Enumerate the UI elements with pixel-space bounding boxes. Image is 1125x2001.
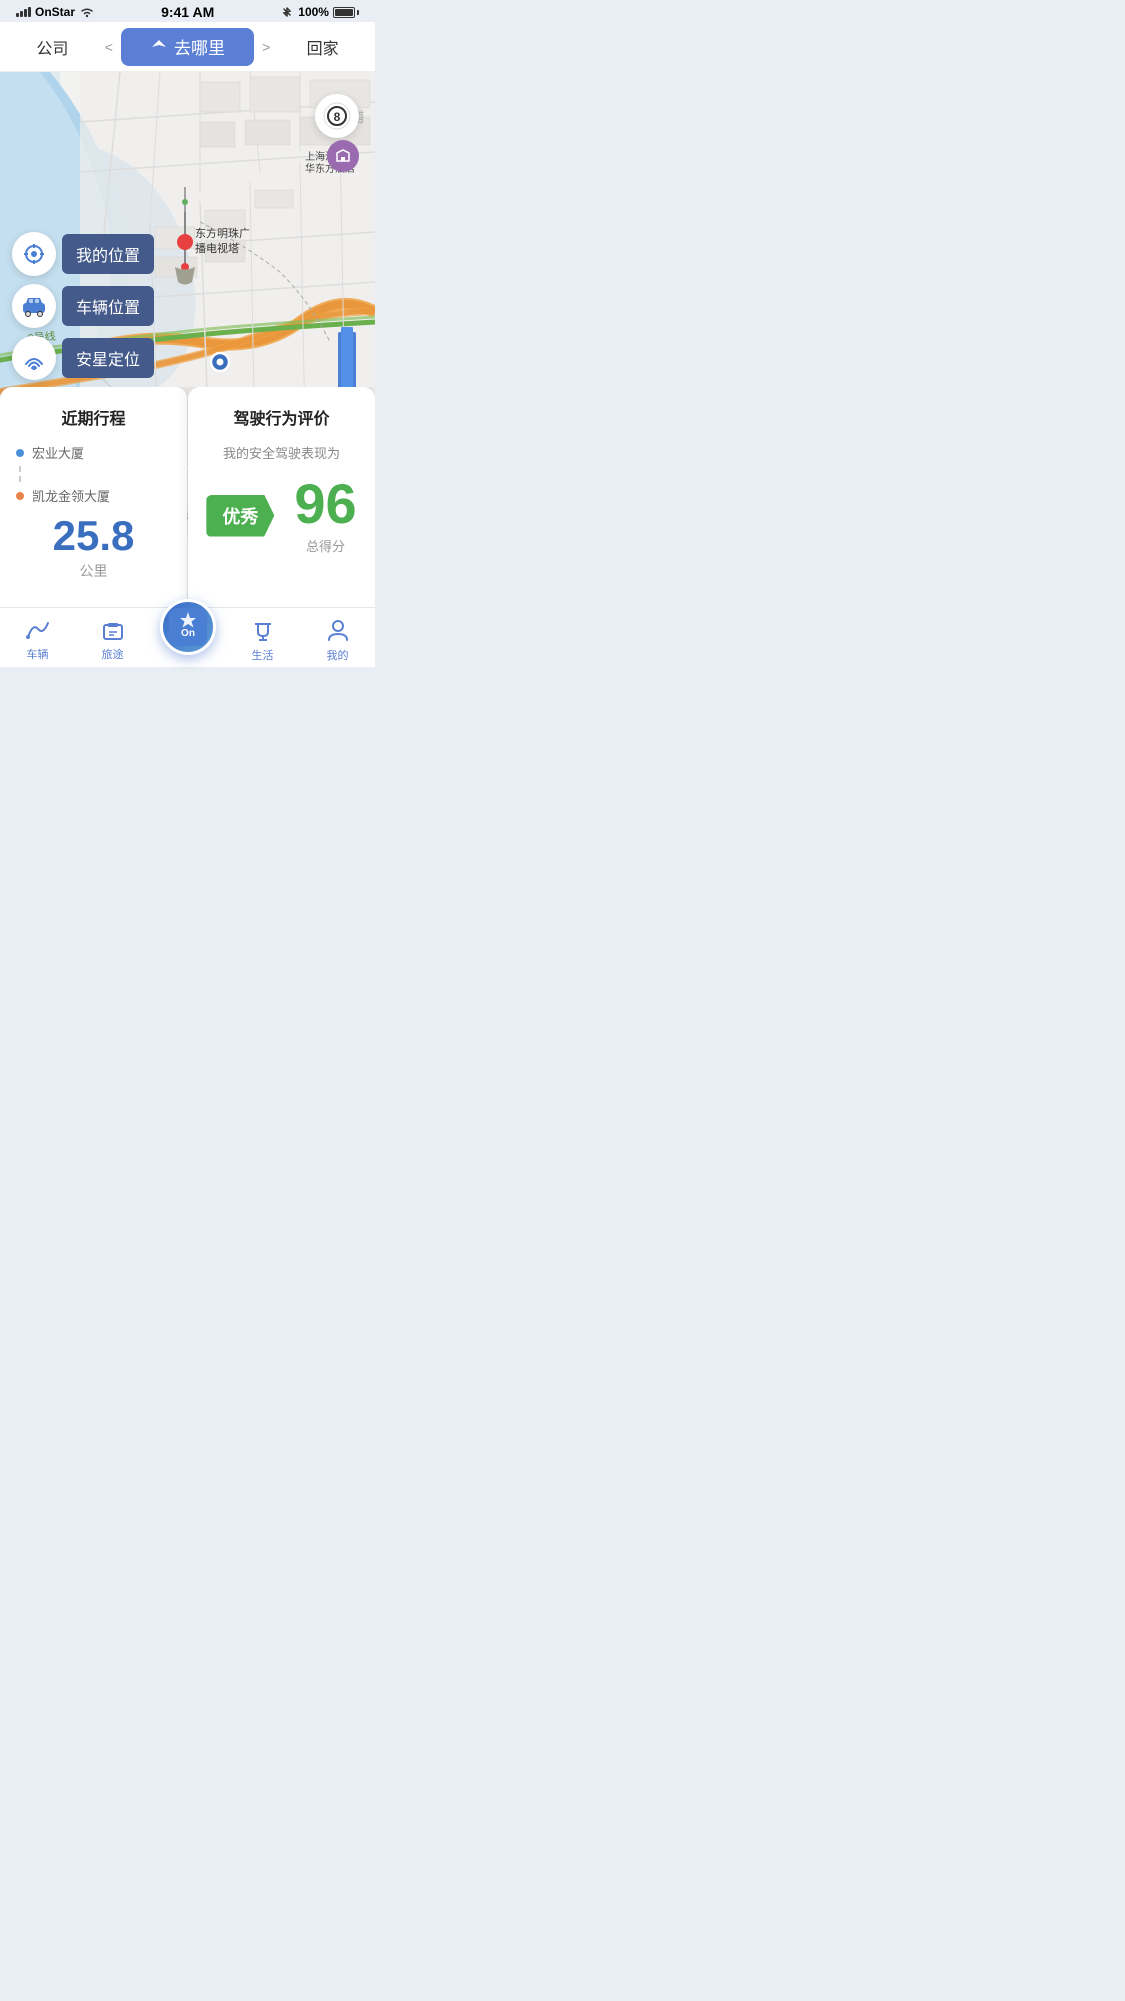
route-to-dot <box>16 492 24 500</box>
score-number-section: 96 总得分 <box>294 476 356 555</box>
traffic-camera-badge: 8 <box>315 94 359 138</box>
nav-bar: 公司 < 去哪里 > 回家 <box>0 22 375 72</box>
tab-mine-label: 我的 <box>327 647 349 663</box>
svg-text:东方明珠广: 东方明珠广 <box>195 226 250 240</box>
battery-indicator <box>333 7 359 18</box>
traffic-camera-icon: 8 <box>323 102 351 130</box>
tab-center[interactable]: On <box>150 593 225 655</box>
destination-label: 去哪里 <box>174 34 225 59</box>
route-from: 宏业大厦 <box>16 443 171 462</box>
carrier-label: OnStar <box>35 5 75 19</box>
hotel-badge <box>327 140 359 172</box>
svg-text:8: 8 <box>334 110 341 124</box>
svg-text:On: On <box>181 628 195 639</box>
my-location-control[interactable]: 我的位置 <box>12 232 154 276</box>
tab-bar: 车辆 旅途 On 生活 <box>0 607 375 667</box>
tab-trip-label: 旅途 <box>102 646 124 662</box>
trip-route: 宏业大厦 凯龙金领大厦 <box>16 443 171 505</box>
driving-grade-badge: 优秀 <box>206 495 274 537</box>
trip-tab-icon <box>100 619 126 643</box>
onstar-logo: On <box>169 608 207 646</box>
driving-card-title: 驾驶行为评价 <box>204 405 359 429</box>
route-dashed-line <box>16 466 171 482</box>
my-location-label[interactable]: 我的位置 <box>62 234 154 274</box>
route-from-label: 宏业大厦 <box>32 443 84 462</box>
wifi-icon <box>79 6 95 18</box>
route-connector <box>19 466 21 482</box>
driving-score-card[interactable]: 驾驶行为评价 我的安全驾驶表现为 优秀 96 总得分 <box>188 387 375 607</box>
battery-percent: 100% <box>298 5 329 19</box>
hotel-icon <box>334 147 352 165</box>
satellite-location-label[interactable]: 安星定位 <box>62 338 154 378</box>
tab-life-label: 生活 <box>252 647 274 663</box>
total-score-label: 总得分 <box>306 536 345 555</box>
driving-card-subtitle: 我的安全驾驶表现为 <box>204 443 359 462</box>
nav-arrow-left[interactable]: < <box>101 39 117 55</box>
location-crosshair-icon <box>22 242 46 266</box>
time-display: 9:41 AM <box>161 4 214 20</box>
tab-vehicle[interactable]: 车辆 <box>0 613 75 662</box>
satellite-location-icon-btn[interactable] <box>12 336 56 380</box>
nav-main-destination[interactable]: 去哪里 <box>121 28 254 66</box>
vehicle-location-icon-btn[interactable] <box>12 284 56 328</box>
nav-home[interactable]: 回家 <box>278 35 367 59</box>
trip-card[interactable]: 近期行程 宏业大厦 凯龙金领大厦 25.8 公里 <box>0 387 187 607</box>
map-controls: 我的位置 车辆位置 <box>12 232 154 380</box>
navigation-icon <box>150 38 168 56</box>
car-icon <box>21 295 47 317</box>
total-score-number: 96 <box>294 476 356 532</box>
my-location-icon-btn[interactable] <box>12 232 56 276</box>
tab-mine[interactable]: 我的 <box>300 612 375 663</box>
vehicle-tab-icon <box>25 619 51 643</box>
status-left: OnStar <box>16 5 95 19</box>
tab-life[interactable]: 生活 <box>225 612 300 663</box>
trip-card-title: 近期行程 <box>16 405 171 429</box>
route-from-dot <box>16 449 24 457</box>
score-row: 优秀 96 总得分 <box>204 476 359 555</box>
nav-work[interactable]: 公司 <box>8 35 97 59</box>
mine-tab-icon <box>325 618 351 644</box>
tab-trip[interactable]: 旅途 <box>75 613 150 662</box>
bottom-cards: 近期行程 宏业大厦 凯龙金领大厦 25.8 公里 驾驶行为评价 我的安全驾驶表现… <box>0 387 375 607</box>
status-right: 100% <box>280 5 359 19</box>
signal-bars <box>16 7 31 17</box>
vehicle-location-control[interactable]: 车辆位置 <box>12 284 154 328</box>
onstar-center-button[interactable]: On <box>160 599 216 655</box>
satellite-location-control[interactable]: 安星定位 <box>12 336 154 380</box>
trip-distance-unit: 公里 <box>16 561 171 581</box>
route-to-label: 凯龙金领大厦 <box>32 486 110 505</box>
svg-text:播电视塔: 播电视塔 <box>195 241 239 255</box>
trip-distance: 25.8 公里 <box>16 515 171 581</box>
nav-arrow-right[interactable]: > <box>258 39 274 55</box>
route-to: 凯龙金领大厦 <box>16 486 171 505</box>
tab-vehicle-label: 车辆 <box>27 646 49 662</box>
vehicle-location-label[interactable]: 车辆位置 <box>62 286 154 326</box>
life-tab-icon <box>250 618 276 644</box>
trip-distance-number: 25.8 <box>16 515 171 557</box>
bluetooth-icon <box>280 6 294 18</box>
onstar-icon: On <box>171 610 205 644</box>
score-badge-section: 优秀 <box>206 495 274 537</box>
status-bar: OnStar 9:41 AM 100% <box>0 0 375 22</box>
satellite-icon <box>21 346 47 370</box>
